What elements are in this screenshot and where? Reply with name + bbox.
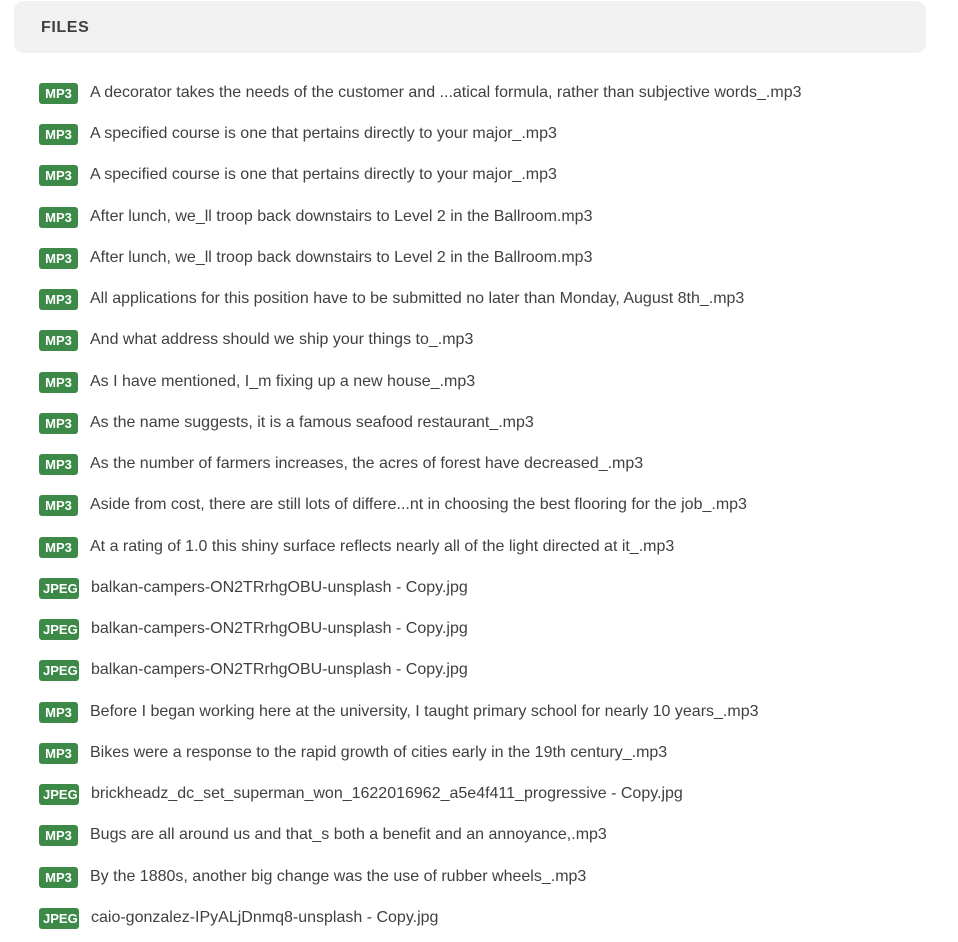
file-name-link[interactable]: After lunch, we_ll troop back downstairs… [90, 208, 592, 226]
file-item[interactable]: MP3 Bugs are all around us and that_s bo… [39, 823, 607, 847]
file-type-badge: JPEG [39, 783, 79, 805]
file-item[interactable]: MP3 As I have mentioned, I_m fixing up a… [39, 370, 475, 394]
file-list: MP3 A decorator takes the needs of the c… [0, 0, 958, 942]
file-name-link[interactable]: A specified course is one that pertains … [90, 125, 557, 143]
file-type-badge: JPEG [39, 907, 79, 929]
file-type-badge: JPEG [39, 577, 79, 599]
file-name-link[interactable]: balkan-campers-ON2TRrhgOBU-unsplash - Co… [91, 620, 468, 638]
file-item[interactable]: MP3 And what address should we ship your… [39, 328, 473, 352]
file-name-link[interactable]: balkan-campers-ON2TRrhgOBU-unsplash - Co… [91, 579, 468, 597]
file-type-badge: JPEG [39, 659, 79, 681]
file-name-link[interactable]: brickheadz_dc_set_superman_won_162201696… [91, 785, 683, 803]
file-name-link[interactable]: A decorator takes the needs of the custo… [90, 84, 802, 102]
file-type-badge: MP3 [39, 742, 78, 764]
file-item[interactable]: JPEG brickheadz_dc_set_superman_won_1622… [39, 782, 683, 806]
file-item[interactable]: MP3 After lunch, we_ll troop back downst… [39, 205, 592, 229]
file-type-badge: MP3 [39, 247, 78, 269]
file-item[interactable]: MP3 At a rating of 1.0 this shiny surfac… [39, 535, 674, 559]
file-name-link[interactable]: caio-gonzalez-IPyALjDnmq8-unsplash - Cop… [91, 909, 438, 927]
file-type-badge: MP3 [39, 701, 78, 723]
file-item[interactable]: MP3 As the name suggests, it is a famous… [39, 411, 534, 435]
file-name-link[interactable]: And what address should we ship your thi… [90, 331, 473, 349]
file-type-badge: MP3 [39, 288, 78, 310]
file-type-badge: MP3 [39, 866, 78, 888]
file-type-badge: JPEG [39, 618, 79, 640]
file-type-badge: MP3 [39, 164, 78, 186]
file-name-link[interactable]: By the 1880s, another big change was the… [90, 868, 586, 886]
file-item[interactable]: MP3 A specified course is one that perta… [39, 163, 557, 187]
file-name-link[interactable]: balkan-campers-ON2TRrhgOBU-unsplash - Co… [91, 661, 468, 679]
file-type-badge: MP3 [39, 329, 78, 351]
file-type-badge: MP3 [39, 371, 78, 393]
file-item[interactable]: MP3 After lunch, we_ll troop back downst… [39, 246, 592, 270]
file-item[interactable]: MP3 A decorator takes the needs of the c… [39, 81, 802, 105]
file-name-link[interactable]: A specified course is one that pertains … [90, 166, 557, 184]
file-item[interactable]: JPEG balkan-campers-ON2TRrhgOBU-unsplash… [39, 658, 468, 682]
file-item[interactable]: JPEG caio-gonzalez-IPyALjDnmq8-unsplash … [39, 906, 438, 930]
file-item[interactable]: MP3 A specified course is one that perta… [39, 122, 557, 146]
file-name-link[interactable]: Aside from cost, there are still lots of… [90, 496, 747, 514]
file-name-link[interactable]: Before I began working here at the unive… [90, 703, 759, 721]
file-item[interactable]: MP3 By the 1880s, another big change was… [39, 865, 586, 889]
file-type-badge: MP3 [39, 206, 78, 228]
file-name-link[interactable]: As the name suggests, it is a famous sea… [90, 414, 534, 432]
file-type-badge: MP3 [39, 824, 78, 846]
file-item[interactable]: MP3 Aside from cost, there are still lot… [39, 493, 747, 517]
file-item[interactable]: JPEG balkan-campers-ON2TRrhgOBU-unsplash… [39, 617, 468, 641]
file-item[interactable]: MP3 As the number of farmers increases, … [39, 452, 643, 476]
file-name-link[interactable]: As I have mentioned, I_m fixing up a new… [90, 373, 475, 391]
file-type-badge: MP3 [39, 494, 78, 516]
file-name-link[interactable]: After lunch, we_ll troop back downstairs… [90, 249, 592, 267]
file-type-badge: MP3 [39, 536, 78, 558]
file-type-badge: MP3 [39, 82, 78, 104]
file-item[interactable]: MP3 All applications for this position h… [39, 287, 744, 311]
file-item[interactable]: MP3 Bikes were a response to the rapid g… [39, 741, 667, 765]
file-name-link[interactable]: As the number of farmers increases, the … [90, 455, 643, 473]
file-type-badge: MP3 [39, 123, 78, 145]
file-name-link[interactable]: Bugs are all around us and that_s both a… [90, 826, 607, 844]
file-name-link[interactable]: At a rating of 1.0 this shiny surface re… [90, 538, 674, 556]
file-type-badge: MP3 [39, 412, 78, 434]
file-item[interactable]: MP3 Before I began working here at the u… [39, 700, 759, 724]
file-item[interactable]: JPEG balkan-campers-ON2TRrhgOBU-unsplash… [39, 576, 468, 600]
file-name-link[interactable]: Bikes were a response to the rapid growt… [90, 744, 667, 762]
file-type-badge: MP3 [39, 453, 78, 475]
file-name-link[interactable]: All applications for this position have … [90, 290, 744, 308]
